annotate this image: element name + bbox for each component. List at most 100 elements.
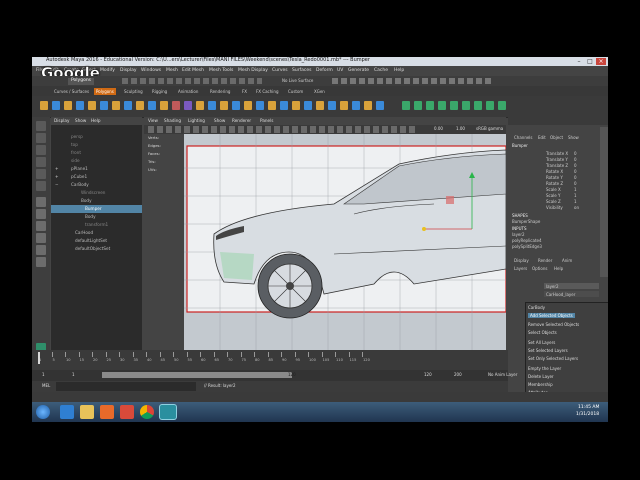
outliner-menu-show[interactable]: Show (75, 118, 86, 123)
start-button-icon[interactable] (36, 405, 50, 419)
side-tabs-strip[interactable] (600, 127, 608, 277)
outliner-item[interactable]: defaultObjectSet (51, 245, 142, 253)
maximize-icon[interactable]: □ (585, 58, 595, 65)
ie-icon[interactable] (60, 405, 74, 419)
attr-value[interactable]: 0 (574, 181, 577, 186)
menu-generate[interactable]: Generate (348, 68, 369, 73)
persp-outliner-icon[interactable] (36, 221, 46, 231)
outliner-item[interactable]: Body (51, 197, 142, 205)
menu-mesh[interactable]: Mesh (166, 68, 178, 73)
layer-menu-layers[interactable]: Layers (514, 266, 527, 271)
attr-value[interactable]: on (574, 205, 579, 210)
input-item[interactable]: layer2 (512, 232, 525, 237)
single-view-icon[interactable] (36, 197, 46, 207)
tab-polygons[interactable]: Polygons (94, 88, 116, 95)
menu-curves[interactable]: Curves (272, 68, 288, 73)
persp-graph-icon[interactable] (36, 233, 46, 243)
ctx-item-remove-selected[interactable]: Remove Selected Objects (528, 322, 579, 327)
exposure-field[interactable]: 0.00 (434, 127, 443, 131)
menu-uv[interactable]: UV (337, 68, 343, 73)
menu-surfaces[interactable]: Surfaces (292, 68, 312, 73)
paint-select-icon[interactable] (36, 145, 46, 155)
layer-tab-render[interactable]: Render (538, 258, 552, 263)
pipe-icon[interactable] (148, 101, 156, 110)
outliner-item[interactable]: front (51, 149, 142, 157)
attr-value[interactable]: 0 (574, 151, 577, 156)
select-tool-icon[interactable] (36, 121, 46, 131)
panel-menu-shading[interactable]: Shading (164, 118, 181, 123)
panel-menu-renderer[interactable]: Renderer (232, 118, 251, 123)
menu-help[interactable]: Help (394, 68, 404, 73)
selection-mask-icons[interactable] (122, 78, 262, 84)
outliner-layout-icon[interactable] (36, 257, 46, 267)
ctx-item[interactable]: CarBody (528, 305, 545, 310)
attr-value[interactable]: 1 (574, 193, 577, 198)
bridge-icon[interactable] (280, 101, 288, 110)
poke-icon[interactable] (328, 101, 336, 110)
colorspace-dropdown[interactable]: sRGB gamma (476, 127, 503, 131)
layer-tab-anim[interactable]: Anim (562, 258, 572, 263)
layer-menu-options[interactable]: Options (532, 266, 547, 271)
four-view-icon[interactable] (36, 209, 46, 219)
extract-icon[interactable] (196, 101, 204, 110)
wedge-icon[interactable] (340, 101, 348, 110)
shape-item[interactable]: BumperShape (512, 219, 540, 224)
tab-xgen[interactable]: XGen (312, 88, 327, 95)
smooth-icon[interactable] (220, 101, 228, 110)
current-time-marker[interactable] (38, 352, 40, 364)
outliner-item[interactable]: + pCube1 (51, 173, 142, 181)
cylinder-icon[interactable] (64, 101, 72, 110)
tab-sculpting[interactable]: Sculpting (122, 88, 145, 95)
extrude-icon[interactable] (292, 101, 300, 110)
menu-cache[interactable]: Cache (374, 68, 388, 73)
live-surface-label[interactable]: No Live Surface (282, 79, 313, 83)
menu-modify[interactable]: Modify (100, 68, 115, 73)
plane-icon[interactable] (88, 101, 96, 110)
time-slider[interactable]: 1 5 10 15 20 25 30 35 40 45 50 55 60 65 70 75 80 85 90 95 10… (32, 350, 508, 370)
auto-map-icon[interactable] (450, 101, 458, 110)
append-icon[interactable] (316, 101, 324, 110)
channelbox-tab-show[interactable]: Show (568, 135, 579, 140)
outliner-item-selected[interactable]: Bumper (51, 205, 142, 213)
cylindrical-map-icon[interactable] (426, 101, 434, 110)
panel-menu-view[interactable]: View (148, 118, 158, 123)
outliner-item[interactable]: Body (51, 213, 142, 221)
panel-menu-show[interactable]: Show (214, 118, 225, 123)
ctx-item-empty-layer[interactable]: Empty the Layer (528, 366, 561, 371)
disc-icon[interactable] (112, 101, 120, 110)
combine-icon[interactable] (172, 101, 180, 110)
collapse-icon[interactable] (364, 101, 372, 110)
command-input[interactable] (56, 382, 196, 391)
ctx-item-membership[interactable]: Membership (528, 382, 553, 387)
menu-mesh-tools[interactable]: Mesh Tools (209, 68, 233, 73)
outliner-item[interactable]: persp (51, 133, 142, 141)
fill-hole-icon[interactable] (256, 101, 264, 110)
input-item[interactable]: polyReplicate4 (512, 238, 542, 243)
tab-fx-caching[interactable]: FX Caching (254, 88, 280, 95)
mirror-icon[interactable] (244, 101, 252, 110)
tab-rigging[interactable]: Rigging (150, 88, 169, 95)
anim-layer-dropdown[interactable]: No Anim Layer (488, 373, 517, 377)
explorer-icon[interactable] (80, 405, 94, 419)
scale-tool-icon[interactable] (36, 181, 46, 191)
range-start-field[interactable]: 1 (42, 373, 45, 377)
outliner-item[interactable]: defaultLightSet (51, 237, 142, 245)
minimize-icon[interactable]: – (574, 58, 584, 65)
sew-uv-icon[interactable] (474, 101, 482, 110)
spherical-map-icon[interactable] (438, 101, 446, 110)
boolean-icon[interactable] (208, 101, 216, 110)
outliner-menu-display[interactable]: Display (54, 118, 69, 123)
torus-icon[interactable] (100, 101, 108, 110)
cube-icon[interactable] (52, 101, 60, 110)
layer-menu-help[interactable]: Help (554, 266, 563, 271)
channelbox-tab-channels[interactable]: Channels (514, 135, 533, 140)
cone-icon[interactable] (76, 101, 84, 110)
reduce-icon[interactable] (232, 101, 240, 110)
range-end-field-a[interactable]: 120 (424, 373, 432, 377)
menu-display[interactable]: Display (120, 68, 137, 73)
loop-icon[interactable] (376, 101, 384, 110)
close-icon[interactable]: × (596, 58, 606, 65)
panel-menu-panels[interactable]: Panels (260, 118, 273, 123)
channelbox-tab-object[interactable]: Object (550, 135, 563, 140)
gamma-field[interactable]: 1.00 (456, 127, 465, 131)
